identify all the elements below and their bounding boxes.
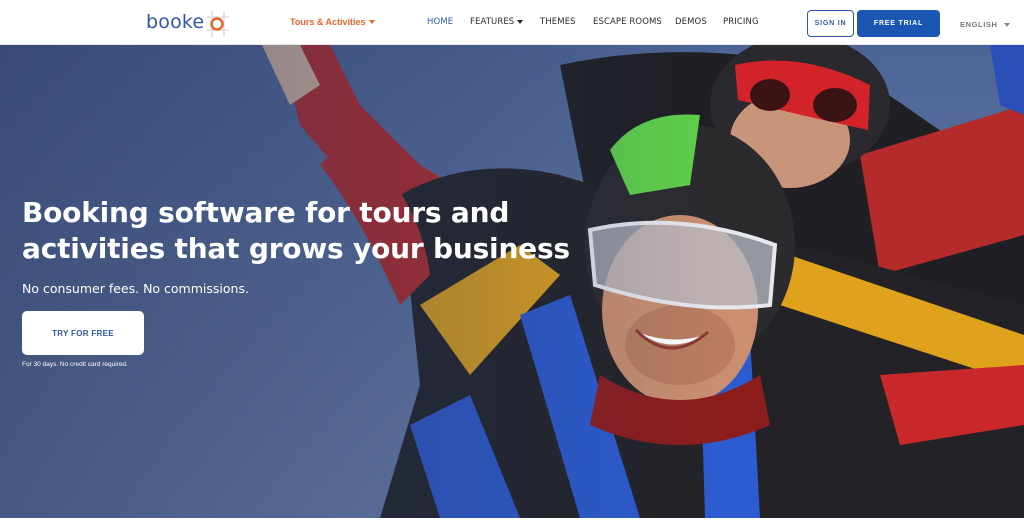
nav-item-label: FEATURES: [470, 17, 515, 27]
free-trial-button[interactable]: FREE TRIAL: [857, 10, 940, 37]
sign-in-button[interactable]: SIGN IN: [807, 10, 854, 37]
nav-item-label: DEMOS: [675, 17, 707, 27]
chevron-down-icon: [517, 20, 524, 24]
hero-headline: Booking software for tours and activitie…: [22, 196, 570, 265]
nav-item-features[interactable]: FEATURES: [470, 17, 524, 27]
nav-item-demos[interactable]: DEMOS: [675, 17, 707, 27]
hero-section: Booking software for tours and activitie…: [0, 45, 1024, 518]
hero-subheadline: No consumer fees. No commissions.: [22, 281, 249, 296]
nav-item-escape-rooms[interactable]: ESCAPE ROOMS: [593, 17, 662, 27]
try-for-free-button[interactable]: TRY FOR FREE: [22, 311, 144, 355]
nav-item-pricing[interactable]: PRICING: [723, 17, 759, 27]
nav-item-label: THEMES: [540, 17, 576, 27]
nav-item-label: ESCAPE ROOMS: [593, 17, 662, 27]
language-selector-label: ENGLISH: [960, 20, 998, 29]
nav-item-label: HOME: [427, 17, 454, 27]
trial-disclaimer: For 30 days. No credit card required.: [22, 361, 128, 368]
top-navigation-bar: booke Tours & Activities HOME FEATURES T…: [0, 0, 1024, 45]
language-selector[interactable]: ENGLISH: [960, 20, 1010, 29]
nav-item-themes[interactable]: THEMES: [540, 17, 576, 27]
chevron-down-icon: [1003, 22, 1010, 27]
nav-item-home[interactable]: HOME: [427, 17, 453, 27]
nav-item-label: PRICING: [723, 17, 759, 27]
page-bottom-strip: [0, 518, 1024, 530]
